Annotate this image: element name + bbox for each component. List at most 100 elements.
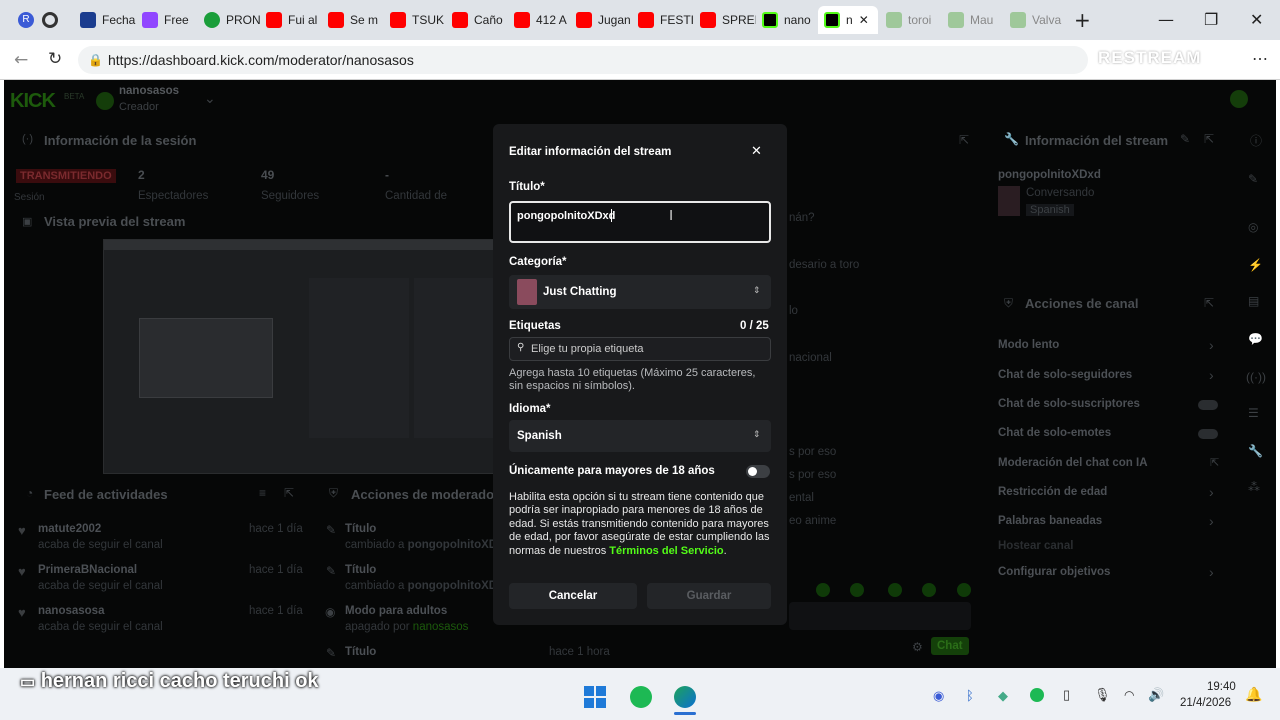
action-slow-mode[interactable]: Modo lento: [998, 339, 1059, 351]
new-tab-icon[interactable]: +: [1074, 8, 1091, 32]
nodes-icon[interactable]: ⁂: [1248, 480, 1260, 494]
action-age-restriction[interactable]: Restricción de edad: [998, 486, 1107, 498]
minimize-icon[interactable]: —: [1158, 10, 1174, 29]
tab-fui-al[interactable]: Fui al: [266, 6, 322, 34]
edit-icon[interactable]: ✎: [1180, 132, 1190, 146]
chevron-right-icon[interactable]: ›: [1209, 513, 1214, 529]
chevron-right-icon[interactable]: ›: [1209, 367, 1214, 383]
action-subscribers-only[interactable]: Chat de solo-suscriptores: [998, 398, 1140, 410]
tab-jugan[interactable]: Jugan: [576, 6, 632, 34]
tab-valva[interactable]: Valva: [1010, 6, 1066, 34]
cancel-button[interactable]: Cancelar: [509, 583, 637, 609]
spotify-tray-icon[interactable]: [1030, 688, 1044, 702]
save-button[interactable]: Guardar: [647, 583, 771, 609]
popout-icon[interactable]: ⇱: [1204, 296, 1214, 310]
back-icon[interactable]: ←: [14, 50, 28, 70]
activity-user[interactable]: nanosasosa: [38, 605, 104, 617]
emotes-only-toggle[interactable]: [1198, 429, 1218, 439]
close-window-icon[interactable]: ✕: [1250, 10, 1263, 29]
subscribers-only-toggle[interactable]: [1198, 400, 1218, 410]
stream-category[interactable]: Conversando: [1026, 187, 1094, 199]
action-host-channel[interactable]: Hostear canal: [998, 540, 1073, 552]
external-link-icon[interactable]: ⇱: [1210, 456, 1219, 469]
windows-start-icon[interactable]: [584, 686, 606, 708]
clock-date[interactable]: 21/4/2026: [1180, 697, 1231, 709]
title-input[interactable]: pongopolnitoXDxd I: [509, 201, 771, 243]
emote-icon[interactable]: [922, 583, 936, 597]
volume-icon[interactable]: 🔊: [1148, 687, 1164, 703]
action-set-goals[interactable]: Configurar objetivos: [998, 566, 1110, 578]
user-avatar[interactable]: [1230, 90, 1248, 108]
tab-festi[interactable]: FESTI: [638, 6, 694, 34]
close-icon[interactable]: ✕: [751, 144, 762, 159]
more-menu-icon[interactable]: ⋯: [1252, 49, 1268, 69]
kick-logo[interactable]: KICK: [10, 90, 56, 113]
wrench-icon[interactable]: 🔧: [1248, 444, 1263, 458]
emote-icon[interactable]: [957, 583, 971, 597]
notification-bell-icon[interactable]: 🔔: [1245, 686, 1262, 703]
emote-icon[interactable]: [888, 583, 902, 597]
restream-tray-icon[interactable]: ◉: [933, 688, 944, 704]
stream-preview-video[interactable]: [103, 239, 499, 474]
tab-412[interactable]: 412 A: [514, 6, 570, 34]
sync-icon[interactable]: ◆: [998, 688, 1008, 704]
filter-icon[interactable]: ≡: [259, 486, 266, 500]
tab-toro[interactable]: toroi: [886, 6, 942, 34]
chat-input[interactable]: [789, 602, 971, 630]
tags-input[interactable]: ⚲ Elige tu propia etiqueta: [509, 337, 771, 361]
info-icon[interactable]: ⓘ: [1250, 132, 1262, 149]
microphone-icon[interactable]: 🎙: [1094, 687, 1111, 703]
terms-link[interactable]: Términos del Servicio: [609, 545, 723, 557]
tab-cano[interactable]: Caño: [452, 6, 508, 34]
channel-name[interactable]: nanosasos: [119, 85, 179, 97]
channel-avatar[interactable]: [96, 92, 114, 110]
reload-icon[interactable]: ↻: [48, 49, 62, 69]
tab-free[interactable]: Free: [142, 6, 198, 34]
tab-fecha[interactable]: Fecha: [80, 6, 136, 34]
category-select[interactable]: Just Chatting ⇕: [509, 275, 771, 309]
chevron-down-icon[interactable]: ⌄: [204, 90, 216, 107]
clock-time[interactable]: 19:40: [1207, 681, 1236, 693]
tab-tsuk[interactable]: TSUK: [390, 6, 446, 34]
popout-icon[interactable]: ⇱: [284, 486, 294, 500]
tab-se-m[interactable]: Se m: [328, 6, 384, 34]
url-field[interactable]: 🔒 https://dashboard.kick.com/moderator/n…: [78, 46, 1088, 74]
popout-icon[interactable]: ⇱: [959, 133, 969, 147]
emote-icon[interactable]: [850, 583, 864, 597]
restore-icon[interactable]: ❐: [1204, 10, 1218, 29]
tab-active[interactable]: n ✕: [818, 6, 878, 34]
action-emotes-only[interactable]: Chat de solo-emotes: [998, 427, 1111, 439]
mod-action-user[interactable]: nanosasos: [413, 621, 469, 633]
sliders-icon[interactable]: ☰: [1248, 406, 1259, 420]
target-icon[interactable]: ◎: [1248, 220, 1258, 234]
spotify-icon[interactable]: [630, 686, 652, 708]
profile-icon[interactable]: R: [18, 12, 34, 28]
action-ai-moderation[interactable]: Moderación del chat con IA: [998, 457, 1148, 469]
tab-sprei[interactable]: SPREI: [700, 6, 756, 34]
language-select[interactable]: Spanish ⇕: [509, 420, 771, 452]
tab-nano[interactable]: nano: [762, 6, 818, 34]
bolt-icon[interactable]: ⚡: [1248, 258, 1263, 272]
gear-icon[interactable]: ⚙: [912, 640, 923, 654]
wifi-icon[interactable]: ◠: [1124, 688, 1134, 702]
action-followers-only[interactable]: Chat de solo-seguidores: [998, 369, 1132, 381]
action-banned-words[interactable]: Palabras baneadas: [998, 515, 1102, 527]
adult-toggle[interactable]: [746, 465, 770, 478]
usb-icon[interactable]: ▯: [1063, 687, 1070, 703]
bluetooth-icon[interactable]: ᛒ: [966, 688, 974, 703]
activity-user[interactable]: PrimeraBNacional: [38, 564, 137, 576]
popout-icon[interactable]: ⇱: [1204, 132, 1214, 146]
close-icon[interactable]: ✕: [859, 13, 869, 27]
chevron-right-icon[interactable]: ›: [1209, 337, 1214, 353]
chat-icon[interactable]: 💬: [1248, 332, 1263, 346]
record-icon[interactable]: [42, 12, 58, 28]
chevron-right-icon[interactable]: ›: [1209, 484, 1214, 500]
chevron-right-icon[interactable]: ›: [1209, 564, 1214, 580]
tab-pron[interactable]: PRON: [204, 6, 260, 34]
pencil-icon[interactable]: ✎: [1248, 172, 1258, 186]
activity-user[interactable]: matute2002: [38, 523, 101, 535]
emote-icon[interactable]: [816, 583, 830, 597]
document-icon[interactable]: ▤: [1248, 294, 1259, 308]
broadcast-icon[interactable]: ((·)): [1246, 370, 1266, 384]
tab-mau[interactable]: Mau: [948, 6, 1004, 34]
